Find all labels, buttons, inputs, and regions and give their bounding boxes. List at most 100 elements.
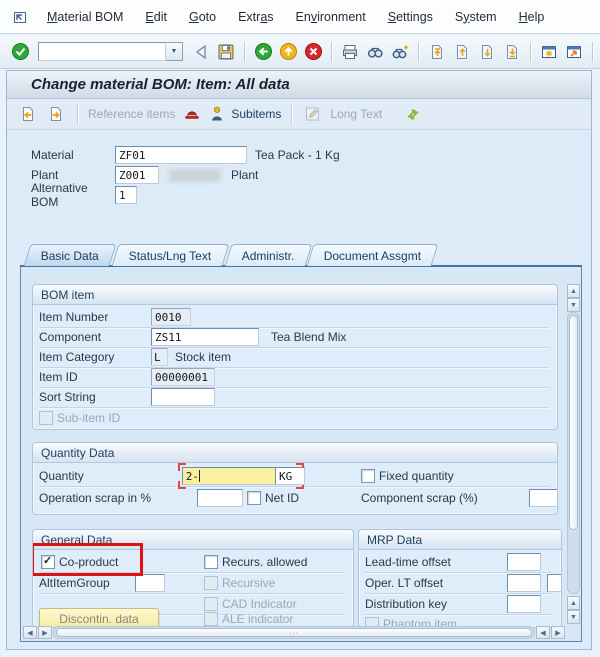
find-next-icon[interactable] bbox=[389, 41, 411, 63]
tab-strip: Basic Data Status/Lng Text Administr. Do… bbox=[27, 243, 438, 266]
alternative-bom-row: Alternative BOM bbox=[31, 185, 137, 205]
ale-indicator-checkbox: ALE indicator bbox=[204, 612, 293, 626]
item-category-field bbox=[151, 348, 168, 366]
next-item-icon[interactable] bbox=[45, 103, 67, 125]
find-icon[interactable] bbox=[364, 41, 386, 63]
horizontal-scroll-thumb[interactable] bbox=[56, 628, 532, 637]
co-product-checkbox-label: Co-product bbox=[59, 555, 118, 569]
scroll-left-icon[interactable] bbox=[23, 626, 37, 639]
subitems-person-icon[interactable] bbox=[209, 103, 225, 125]
recursive-checkbox-box bbox=[204, 576, 218, 590]
alt-item-group-label: AltItemGroup bbox=[39, 576, 110, 590]
mrp-data-box: MRP Data Lead-time offset Oper. LT offse… bbox=[358, 529, 562, 628]
net-id-checkbox-label: Net ID bbox=[265, 491, 299, 505]
material-input[interactable] bbox=[115, 146, 247, 164]
menu-item-goto[interactable]: Goto bbox=[178, 7, 227, 27]
distribution-key-label: Distribution key bbox=[365, 597, 447, 611]
page-title: Change material BOM: Item: All data bbox=[31, 76, 290, 93]
alternative-bom-input[interactable] bbox=[115, 186, 137, 204]
general-data-box: General Data Co-product Recurs. allowed … bbox=[32, 529, 354, 628]
subitems-button[interactable]: Subitems bbox=[231, 107, 281, 121]
back-icon[interactable] bbox=[252, 41, 274, 63]
vertical-scroll-thumb[interactable] bbox=[569, 315, 578, 530]
enter-icon[interactable] bbox=[9, 41, 31, 63]
header-red-hat-icon[interactable] bbox=[181, 103, 203, 125]
alt-item-group-row: AltItemGroup Recursive bbox=[39, 573, 345, 594]
vertical-scroll-track[interactable] bbox=[567, 312, 580, 594]
menu-item-extras[interactable]: Extras bbox=[227, 7, 284, 27]
next-page-icon[interactable] bbox=[476, 41, 498, 63]
exit-up-icon[interactable] bbox=[277, 41, 299, 63]
net-id-checkbox[interactable]: Net ID bbox=[247, 491, 299, 505]
scroll-right-icon[interactable] bbox=[551, 626, 565, 639]
co-product-checkbox[interactable]: Co-product bbox=[41, 555, 118, 569]
fixed-quantity-checkbox[interactable]: Fixed quantity bbox=[361, 469, 454, 483]
menu-item-material-bom[interactable]: Material BOM bbox=[36, 7, 134, 27]
standard-toolbar: ? bbox=[0, 35, 600, 69]
recurs-allowed-checkbox[interactable]: Recurs. allowed bbox=[204, 555, 307, 569]
cancel-icon[interactable] bbox=[302, 41, 324, 63]
long-text-button: Long Text bbox=[330, 107, 382, 121]
last-page-icon[interactable] bbox=[501, 41, 523, 63]
bom-item-title: BOM item bbox=[33, 285, 557, 305]
discontin-data-button[interactable]: Discontin. data bbox=[39, 608, 159, 628]
tab-status-lng-text[interactable]: Status/Lng Text bbox=[112, 244, 229, 266]
operation-scrap-input[interactable] bbox=[197, 489, 243, 507]
sub-item-id-checkbox-box bbox=[39, 411, 53, 425]
component-scrap-input[interactable] bbox=[529, 489, 558, 507]
horizontal-scroll-track[interactable] bbox=[53, 626, 535, 639]
back-step-icon[interactable] bbox=[190, 41, 212, 63]
plant-input[interactable] bbox=[115, 166, 159, 184]
system-menu-icon[interactable] bbox=[12, 9, 28, 25]
alt-item-group-input[interactable] bbox=[135, 574, 165, 592]
recurs-allowed-checkbox-box[interactable] bbox=[204, 555, 218, 569]
component-label: Component bbox=[39, 330, 101, 344]
quantity-unit-input[interactable] bbox=[275, 467, 305, 485]
recursive-checkbox-label: Recursive bbox=[222, 576, 275, 590]
tab-document-assgmt[interactable]: Document Assgmt bbox=[307, 244, 439, 266]
menu-item-settings[interactable]: Settings bbox=[377, 7, 444, 27]
refresh-swap-icon[interactable] bbox=[402, 103, 424, 125]
scroll-down-icon[interactable] bbox=[567, 610, 580, 624]
print-icon[interactable] bbox=[339, 41, 361, 63]
previous-page-icon[interactable] bbox=[451, 41, 473, 63]
tab-basic-data[interactable]: Basic Data bbox=[24, 244, 117, 266]
scroll-right-icon[interactable] bbox=[38, 626, 52, 639]
item-number-row: Item Number bbox=[39, 307, 549, 328]
sort-string-input[interactable] bbox=[151, 388, 215, 406]
command-dropdown-icon[interactable] bbox=[166, 42, 183, 61]
menu-item-system[interactable]: System bbox=[444, 7, 508, 27]
save-icon[interactable] bbox=[215, 41, 237, 63]
toolbar-separator bbox=[291, 104, 292, 124]
scroll-left-icon[interactable] bbox=[536, 626, 550, 639]
previous-item-icon[interactable] bbox=[17, 103, 39, 125]
menu-item-help[interactable]: Help bbox=[508, 7, 556, 27]
sort-string-row: Sort String bbox=[39, 387, 549, 408]
item-number-field bbox=[151, 308, 191, 326]
command-field[interactable] bbox=[38, 42, 166, 61]
scroll-up-icon[interactable] bbox=[567, 596, 580, 610]
tab-administr[interactable]: Administr. bbox=[224, 244, 311, 266]
oper-lt-offset-unit-input[interactable] bbox=[547, 574, 562, 592]
distribution-key-input[interactable] bbox=[507, 595, 541, 613]
create-shortcut-icon[interactable] bbox=[563, 41, 585, 63]
lead-time-offset-input[interactable] bbox=[507, 553, 541, 571]
toolbar-separator bbox=[77, 104, 78, 124]
menu-item-edit[interactable]: Edit bbox=[134, 7, 178, 27]
item-id-field bbox=[151, 368, 215, 386]
long-text-pencil-icon bbox=[302, 103, 324, 125]
toolbar-separator bbox=[418, 42, 419, 62]
oper-lt-offset-input[interactable] bbox=[507, 574, 541, 592]
net-id-checkbox-box[interactable] bbox=[247, 491, 261, 505]
scrap-row: Operation scrap in % Net ID Component sc… bbox=[39, 488, 549, 508]
scroll-down-icon[interactable] bbox=[567, 298, 580, 312]
fixed-quantity-checkbox-box[interactable] bbox=[361, 469, 375, 483]
component-input[interactable] bbox=[151, 328, 259, 346]
new-session-icon[interactable] bbox=[538, 41, 560, 63]
co-product-checkbox-box[interactable] bbox=[41, 555, 55, 569]
scroll-up-icon[interactable] bbox=[567, 284, 580, 298]
first-page-icon[interactable] bbox=[426, 41, 448, 63]
menu-item-environment[interactable]: Environment bbox=[285, 7, 377, 27]
mrp-data-title: MRP Data bbox=[359, 530, 561, 550]
alternative-bom-label: Alternative BOM bbox=[31, 181, 115, 209]
